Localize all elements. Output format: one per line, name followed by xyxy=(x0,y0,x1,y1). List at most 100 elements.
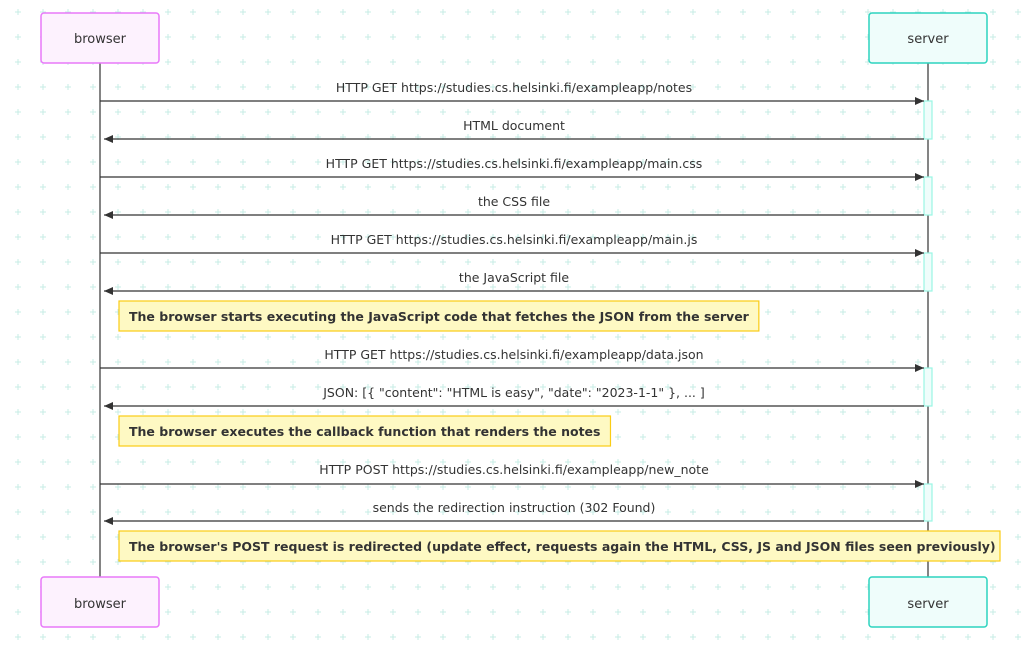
grid-mark xyxy=(690,484,696,490)
grid-mark xyxy=(515,484,521,490)
grid-mark xyxy=(290,284,296,290)
grid-mark xyxy=(990,234,996,240)
grid-mark xyxy=(490,34,496,40)
arrowhead-icon xyxy=(915,173,924,181)
grid-mark xyxy=(915,259,921,265)
grid-mark xyxy=(690,34,696,40)
grid-mark xyxy=(1015,134,1021,140)
grid-mark xyxy=(915,459,921,465)
grid-mark xyxy=(840,109,846,115)
note: The browser's POST request is redirected… xyxy=(118,530,1001,562)
grid-mark xyxy=(715,634,721,640)
grid-mark xyxy=(665,634,671,640)
grid-mark xyxy=(815,109,821,115)
grid-mark xyxy=(840,384,846,390)
grid-mark xyxy=(790,9,796,15)
grid-mark xyxy=(740,384,746,390)
grid-mark xyxy=(165,284,171,290)
grid-mark xyxy=(65,484,71,490)
grid-mark xyxy=(40,134,46,140)
grid-mark xyxy=(740,334,746,340)
grid-mark xyxy=(90,209,96,215)
grid-mark xyxy=(565,634,571,640)
grid-mark xyxy=(840,59,846,65)
grid-mark xyxy=(815,509,821,515)
grid-mark xyxy=(940,359,946,365)
grid-mark xyxy=(490,334,496,340)
grid-mark xyxy=(740,509,746,515)
grid-mark xyxy=(1015,284,1021,290)
grid-mark xyxy=(740,609,746,615)
grid-mark xyxy=(1015,634,1021,640)
grid-mark xyxy=(765,84,771,90)
grid-mark xyxy=(165,159,171,165)
grid-mark xyxy=(840,434,846,440)
arrowhead-icon xyxy=(915,364,924,372)
grid-mark xyxy=(990,434,996,440)
grid-mark xyxy=(715,484,721,490)
grid-mark xyxy=(715,59,721,65)
grid-mark xyxy=(140,484,146,490)
grid-mark xyxy=(815,309,821,315)
grid-mark xyxy=(665,109,671,115)
grid-mark xyxy=(765,584,771,590)
grid-mark xyxy=(265,184,271,190)
arrowhead-icon xyxy=(104,517,113,525)
grid-mark xyxy=(15,609,21,615)
grid-mark xyxy=(240,209,246,215)
grid-mark xyxy=(190,59,196,65)
grid-mark xyxy=(240,84,246,90)
grid-mark xyxy=(715,359,721,365)
grid-mark xyxy=(15,309,21,315)
response-message: HTML document xyxy=(104,118,924,143)
grid-mark xyxy=(840,334,846,340)
response-message: the JavaScript file xyxy=(104,270,924,295)
grid-mark xyxy=(190,359,196,365)
grid-mark xyxy=(790,34,796,40)
grid-mark xyxy=(965,259,971,265)
grid-mark xyxy=(215,459,221,465)
grid-mark xyxy=(890,209,896,215)
grid-mark xyxy=(990,609,996,615)
grid-mark xyxy=(65,509,71,515)
grid-mark xyxy=(265,234,271,240)
grid-mark xyxy=(465,59,471,65)
grid-mark xyxy=(915,434,921,440)
grid-mark xyxy=(740,34,746,40)
browser-actor-top: browser xyxy=(40,12,160,64)
grid-mark xyxy=(340,409,346,415)
grid-mark xyxy=(865,159,871,165)
grid-mark xyxy=(640,634,646,640)
grid-mark xyxy=(140,459,146,465)
grid-mark xyxy=(165,509,171,515)
grid-mark xyxy=(165,609,171,615)
grid-mark xyxy=(15,484,21,490)
grid-mark xyxy=(865,84,871,90)
grid-mark xyxy=(140,109,146,115)
grid-mark xyxy=(115,234,121,240)
grid-mark xyxy=(815,484,821,490)
grid-mark xyxy=(15,334,21,340)
grid-mark xyxy=(890,384,896,390)
grid-mark xyxy=(840,409,846,415)
grid-mark xyxy=(765,259,771,265)
grid-mark xyxy=(840,259,846,265)
grid-mark xyxy=(140,184,146,190)
grid-mark xyxy=(240,584,246,590)
grid-mark xyxy=(665,434,671,440)
grid-mark xyxy=(65,184,71,190)
grid-mark xyxy=(565,484,571,490)
grid-mark xyxy=(640,9,646,15)
grid-mark xyxy=(715,209,721,215)
grid-mark xyxy=(740,9,746,15)
grid-mark xyxy=(890,434,896,440)
grid-mark xyxy=(65,459,71,465)
grid-mark xyxy=(815,284,821,290)
grid-mark xyxy=(290,234,296,240)
grid-mark xyxy=(815,409,821,415)
grid-mark xyxy=(940,109,946,115)
grid-mark xyxy=(240,509,246,515)
server-activation-bar xyxy=(923,176,933,216)
grid-mark xyxy=(165,259,171,265)
grid-mark xyxy=(340,259,346,265)
